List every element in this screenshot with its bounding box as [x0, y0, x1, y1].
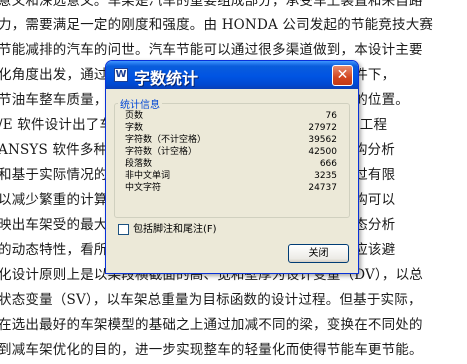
include-footnotes-checkbox[interactable]	[118, 224, 129, 235]
document-line: 状态变量（SV），以车架总重量为目标函数的设计过程。但基于实际，	[0, 292, 422, 308]
stat-row-pages: 页数 76	[125, 111, 337, 122]
stat-value: 42500	[308, 147, 337, 157]
stat-row-words: 字数 27972	[125, 123, 337, 134]
stat-value: 24737	[308, 183, 337, 193]
stat-label: 段落数	[125, 159, 153, 169]
close-button[interactable]: 关闭	[288, 244, 349, 263]
document-line: 意义和深远意义。车架是汽车的重要组成部分，承受车上装置和来自路	[0, 0, 423, 9]
stat-row-chars-no-spaces: 字符数（不计空格） 39562	[125, 135, 337, 146]
document-line: 节能减排的汽车的问世。汽车节能可以通过很多渠道做到，本设计主要	[0, 42, 423, 58]
stat-label: 非中文单词	[125, 171, 171, 181]
document-line: 力，需要满足一定的刚度和强度。由 HONDA 公司发起的节能竞技大赛	[0, 17, 434, 33]
stat-value: 3235	[314, 171, 337, 181]
stat-label: 字符数（计空格）	[125, 147, 198, 157]
stat-row-chinese-chars: 中文字符 24737	[125, 183, 337, 194]
stat-value: 76	[325, 111, 337, 121]
document-line: 到减车架优化的目的，进一步实现整车的轻量化而使得节能车更节能。	[0, 342, 423, 358]
word-app-icon: W	[114, 68, 128, 82]
close-icon[interactable]: ✕	[332, 65, 353, 86]
word-count-dialog: W 字数统计 ✕ 统计信息 页数 76 字数 27972 字符数（不计空格） 3…	[105, 60, 359, 274]
document-line: 在选出最好的车架模型的基础之上通过加减不同的梁，变换在不同处的	[0, 317, 423, 333]
stat-row-paragraphs: 段落数 666	[125, 159, 337, 170]
dialog-titlebar[interactable]: W 字数统计 ✕	[106, 61, 358, 89]
stat-label: 页数	[125, 111, 144, 121]
statistics-group: 统计信息 页数 76 字数 27972 字符数（不计空格） 39562 字符数（…	[114, 96, 350, 218]
stat-label: 中文字符	[125, 183, 162, 193]
dialog-title: 字数统计	[134, 69, 199, 88]
stat-value: 27972	[308, 123, 337, 133]
stat-value: 666	[319, 159, 337, 169]
include-footnotes-label[interactable]: 包括脚注和尾注(F)	[133, 223, 217, 237]
stat-row-non-chinese-words: 非中文单词 3235	[125, 171, 337, 182]
statistics-group-label: 统计信息	[118, 96, 162, 111]
stat-label: 字数	[125, 123, 144, 133]
stat-label: 字符数（不计空格）	[125, 135, 207, 145]
stat-row-chars-with-spaces: 字符数（计空格） 42500	[125, 147, 337, 158]
stat-value: 39562	[308, 135, 337, 145]
